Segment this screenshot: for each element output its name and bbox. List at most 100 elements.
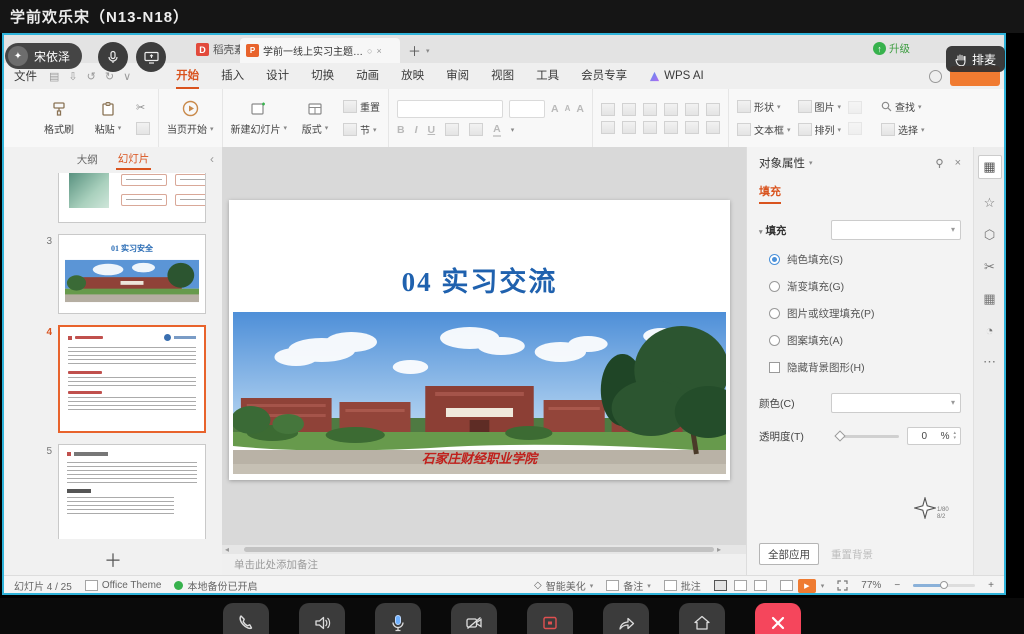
- home-button[interactable]: [679, 603, 725, 634]
- tab-design[interactable]: 设计: [255, 63, 300, 89]
- zoom-level[interactable]: 77%: [861, 580, 881, 591]
- reset-background-button[interactable]: 重置背景: [831, 547, 873, 562]
- align-right-icon[interactable]: [643, 121, 657, 134]
- picture-button[interactable]: 图片▾: [798, 99, 842, 114]
- backup-indicator[interactable]: 本地备份已开启: [174, 578, 257, 593]
- format-painter-button[interactable]: 格式刷: [38, 101, 80, 136]
- favorites-icon[interactable]: ☆: [984, 195, 996, 211]
- normal-view-icon[interactable]: [714, 580, 727, 591]
- indent-less-icon[interactable]: [643, 103, 657, 116]
- collapse-panel-icon[interactable]: ‹: [210, 152, 214, 166]
- file-menu[interactable]: 文件: [14, 68, 37, 84]
- apply-all-button[interactable]: 全部应用: [759, 543, 819, 565]
- tab-home[interactable]: 开始: [165, 63, 210, 89]
- mic-button[interactable]: [375, 603, 421, 634]
- shadow-icon[interactable]: [445, 123, 459, 136]
- presenter-name-tag[interactable]: ✦ 宋依泽: [5, 43, 82, 69]
- layers-panel-icon[interactable]: ▦: [983, 291, 995, 307]
- tab-close-icon[interactable]: ×: [376, 46, 381, 56]
- zoom-slider-thumb[interactable]: [940, 581, 948, 589]
- shapes-panel-icon[interactable]: ⬡: [984, 227, 995, 243]
- justify-icon[interactable]: [664, 121, 678, 134]
- notes-button[interactable]: 备注 ▾: [606, 578, 651, 593]
- cut-button[interactable]: ✂: [136, 101, 150, 114]
- bullets-icon[interactable]: [601, 103, 615, 116]
- align-left-icon[interactable]: [601, 121, 615, 134]
- scrollbar-thumb[interactable]: [244, 547, 714, 552]
- tab-pin-icon[interactable]: ○: [367, 46, 372, 56]
- font-name-select[interactable]: [397, 100, 503, 118]
- bold-button[interactable]: B: [397, 124, 405, 136]
- indent-more-icon[interactable]: [664, 103, 678, 116]
- play-button[interactable]: ▶: [798, 579, 816, 593]
- font-size-select[interactable]: [509, 100, 545, 118]
- smart-beautify-button[interactable]: ◇ 智能美化 ▾: [534, 578, 593, 593]
- copy-button[interactable]: [136, 122, 150, 135]
- undo-icon[interactable]: ↺: [87, 70, 96, 83]
- tab-animation[interactable]: 动画: [345, 63, 390, 89]
- play-caret-icon[interactable]: ▾: [821, 582, 825, 590]
- crop-panel-icon[interactable]: ✂: [984, 259, 995, 275]
- zoom-out-button[interactable]: −: [894, 580, 900, 591]
- tab-list-caret-icon[interactable]: ▾: [426, 47, 430, 55]
- find-button[interactable]: 查找▾: [881, 99, 925, 114]
- section-button[interactable]: 节▾: [343, 122, 380, 137]
- tab-active-document[interactable]: P 学前一线上实习主题交流会 ○ ×: [240, 38, 400, 63]
- more-panels-icon[interactable]: ⋯: [983, 354, 996, 370]
- pin-icon[interactable]: [934, 158, 945, 169]
- object-properties-icon[interactable]: ▦: [978, 155, 1002, 179]
- sorter-view-icon[interactable]: [734, 580, 747, 591]
- campus-photo[interactable]: 石家庄财经职业学院: [233, 312, 726, 474]
- zoom-slider[interactable]: [913, 584, 975, 587]
- numbering-icon[interactable]: [622, 103, 636, 116]
- add-slide-button[interactable]: ＋: [4, 551, 222, 571]
- slide-title[interactable]: 04 实习交流: [229, 260, 730, 299]
- new-tab-button[interactable]: ＋: [408, 41, 421, 60]
- raise-hand-button[interactable]: 排麦: [946, 46, 1005, 72]
- settings-icon[interactable]: [929, 70, 942, 83]
- shapes-button[interactable]: 形状▾: [737, 99, 791, 114]
- arrange-button[interactable]: 排列▾: [798, 122, 842, 137]
- spin-down-icon[interactable]: ▾: [953, 436, 956, 441]
- overlay-screenshare-button[interactable]: [136, 42, 166, 72]
- reading-view-icon[interactable]: [754, 580, 767, 591]
- fill-section-caret-icon[interactable]: ▾: [759, 229, 763, 236]
- align-center-icon[interactable]: [622, 121, 636, 134]
- columns-icon[interactable]: [685, 121, 699, 134]
- clear-format-icon[interactable]: A: [576, 103, 584, 115]
- phone-button[interactable]: [223, 603, 269, 634]
- fill-preset-select[interactable]: ▾: [831, 220, 961, 240]
- speaker-button[interactable]: [299, 603, 345, 634]
- play-from-current-button[interactable]: 当页开始▾: [167, 100, 214, 136]
- comments-button[interactable]: 批注: [664, 578, 701, 593]
- decrease-font-icon[interactable]: A: [565, 104, 571, 113]
- tab-transition[interactable]: 切换: [300, 63, 345, 89]
- theme-indicator[interactable]: Office Theme: [85, 580, 162, 591]
- underline-button[interactable]: U: [428, 124, 436, 136]
- smartart-icon[interactable]: [706, 121, 720, 134]
- horizontal-scrollbar[interactable]: ◂ ▸: [222, 545, 746, 554]
- slides-tab[interactable]: 幻灯片: [118, 151, 150, 168]
- end-meeting-button[interactable]: [755, 603, 801, 634]
- notes-area[interactable]: 单击此处添加备注: [222, 554, 746, 575]
- font-color-button[interactable]: A: [493, 123, 501, 137]
- increase-font-icon[interactable]: A: [551, 103, 559, 115]
- line-spacing-icon[interactable]: [685, 103, 699, 116]
- radio-solid-fill[interactable]: [769, 254, 780, 265]
- transparency-input[interactable]: 0 % ▴ ▾: [907, 427, 961, 445]
- transparency-slider[interactable]: [837, 435, 899, 438]
- option-hide-background[interactable]: 隐藏背景图形(H): [769, 360, 961, 375]
- scroll-right-icon[interactable]: ▸: [714, 545, 724, 554]
- fit-window-icon[interactable]: [837, 580, 848, 591]
- tab-member[interactable]: 会员专享: [570, 63, 638, 89]
- radio-picture-fill[interactable]: [769, 308, 780, 319]
- new-slide-button[interactable]: 新建幻灯片▾: [231, 101, 288, 136]
- paste-button[interactable]: 粘贴▾: [87, 101, 129, 136]
- slide-3-thumbnail[interactable]: 01 实习安全: [58, 234, 206, 314]
- checkbox-hide-background[interactable]: [769, 362, 780, 373]
- fill-tab[interactable]: 填充: [759, 183, 781, 204]
- history-panel-icon[interactable]: ◔: [986, 323, 994, 338]
- panel-title-caret-icon[interactable]: ▾: [809, 159, 813, 167]
- record-button[interactable]: [527, 603, 573, 634]
- option-pattern-fill[interactable]: 图案填充(A): [769, 333, 961, 348]
